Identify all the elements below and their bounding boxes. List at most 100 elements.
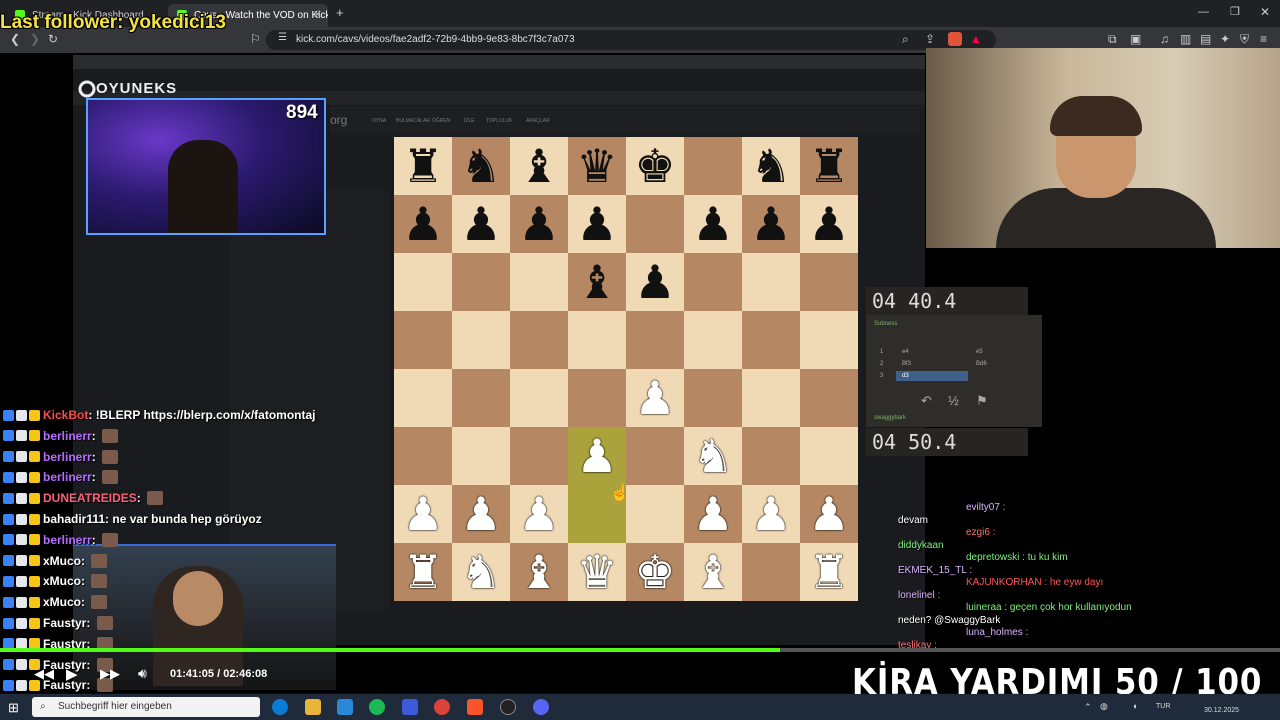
black-pawn-icon[interactable]: ♟ <box>510 195 568 253</box>
volume-icon[interactable]: 🔊︎ <box>138 665 147 682</box>
play-icon[interactable]: ▶ <box>66 665 78 683</box>
board-square[interactable] <box>394 427 452 485</box>
reload-icon[interactable]: ↻ <box>48 32 58 46</box>
board-square[interactable] <box>800 427 858 485</box>
app-icon[interactable] <box>402 699 418 715</box>
board-square[interactable] <box>510 253 568 311</box>
close-window-icon[interactable]: ✕ <box>1260 5 1270 19</box>
board-square[interactable] <box>626 195 684 253</box>
network-icon[interactable]: ◍ <box>1100 701 1108 712</box>
white-king-icon[interactable]: ♚ <box>626 543 684 601</box>
board-square[interactable] <box>568 311 626 369</box>
media-icon[interactable]: ♫ <box>1160 32 1169 46</box>
screenshot-icon[interactable]: ▣ <box>1130 32 1141 46</box>
black-rook-icon[interactable]: ♜ <box>394 137 452 195</box>
board-square[interactable] <box>684 311 742 369</box>
board-square[interactable] <box>800 253 858 311</box>
address-bar[interactable]: kick.com/cavs/videos/fae2adf2-72b9-4bb9-… <box>266 30 996 50</box>
share-icon[interactable]: ⇪ <box>925 32 935 46</box>
sidebar-icon[interactable]: ▥ <box>1180 32 1191 46</box>
white-pawn-icon[interactable]: ♟ <box>452 485 510 543</box>
white-bishop-icon[interactable]: ♝ <box>684 543 742 601</box>
white-rook-icon[interactable]: ♜ <box>800 543 858 601</box>
white-pawn-icon[interactable]: ♟ <box>742 485 800 543</box>
speaker-tray-icon[interactable]: ◖ <box>1132 701 1137 711</box>
chat-username[interactable]: berlinerr <box>43 450 92 464</box>
chat-username[interactable]: Faustyr <box>43 616 86 630</box>
black-pawn-icon[interactable]: ♟ <box>626 253 684 311</box>
white-pawn-icon[interactable]: ♟ <box>626 369 684 427</box>
black-pawn-icon[interactable]: ♟ <box>452 195 510 253</box>
board-square[interactable] <box>626 485 684 543</box>
close-tab-icon[interactable]: ✕ <box>313 8 322 21</box>
chat-username[interactable]: berlinerr <box>43 470 92 484</box>
black-pawn-icon[interactable]: ♟ <box>742 195 800 253</box>
vpn-icon[interactable]: ⛨ <box>1240 32 1249 47</box>
board-square[interactable] <box>452 311 510 369</box>
file-explorer-icon[interactable] <box>305 699 321 715</box>
language-indicator[interactable]: TUR <box>1156 703 1170 710</box>
offer-draw-button[interactable]: ½ <box>948 393 959 408</box>
board-square[interactable] <box>684 137 742 195</box>
menu-icon[interactable]: ≡ <box>1260 32 1267 46</box>
chat-username[interactable]: bahadir111 <box>43 512 105 526</box>
obs-icon[interactable] <box>500 699 516 715</box>
board-square[interactable] <box>742 253 800 311</box>
board-square[interactable] <box>684 369 742 427</box>
chat-username[interactable]: berlinerr <box>43 533 92 547</box>
edge-icon[interactable] <box>272 699 288 715</box>
board-square[interactable] <box>394 311 452 369</box>
site-info-icon[interactable]: ☰ <box>278 32 287 43</box>
back-icon[interactable]: ❮ <box>10 32 20 46</box>
black-pawn-icon[interactable]: ♟ <box>800 195 858 253</box>
board-square[interactable] <box>510 427 568 485</box>
takeback-icon[interactable]: ↶ <box>921 393 932 409</box>
white-queen-icon[interactable]: ♛ <box>568 543 626 601</box>
chess-board[interactable]: ♜ ♞ ♝ ♛ ♚ ♞ ♜ ♟ ♟ ♟ ♟ ♟ ♟ ♟ ♝ ♟ ♟ ♟ ♞ ♟ ♟ ♟ ♟ ♟ ♟ ♜ ♞ ♝ ♛ ♚ ♝ ♜ ☝ <box>394 137 858 601</box>
chat-username[interactable]: DUNEATREIDES <box>43 491 137 505</box>
chat-username[interactable]: xMuco <box>43 595 81 609</box>
black-pawn-icon[interactable]: ♟ <box>394 195 452 253</box>
chat-username[interactable]: berlinerr <box>43 429 92 443</box>
white-pawn-icon[interactable]: ♟ <box>510 485 568 543</box>
bookmark-icon[interactable]: ⚐ <box>250 32 261 46</box>
black-knight-icon[interactable]: ♞ <box>452 137 510 195</box>
black-bishop-icon[interactable]: ♝ <box>510 137 568 195</box>
chat-username[interactable]: xMuco <box>43 554 81 568</box>
board-square[interactable] <box>510 369 568 427</box>
board-square[interactable] <box>510 311 568 369</box>
wallet-icon[interactable]: ▤ <box>1200 32 1211 46</box>
board-square[interactable] <box>742 543 800 601</box>
brave-rewards-icon[interactable]: ▲ <box>970 32 982 46</box>
board-square[interactable] <box>626 311 684 369</box>
resign-icon[interactable]: ⚑ <box>976 393 988 409</box>
black-pawn-icon[interactable]: ♟ <box>684 195 742 253</box>
taskbar-search[interactable]: ⌕ Suchbegriff hier eingeben <box>32 697 260 717</box>
board-square[interactable] <box>626 427 684 485</box>
white-knight-icon[interactable]: ♞ <box>684 427 742 485</box>
chrome-icon[interactable] <box>434 699 450 715</box>
board-square[interactable] <box>742 427 800 485</box>
black-knight-icon[interactable]: ♞ <box>742 137 800 195</box>
black-bishop-icon[interactable]: ♝ <box>568 253 626 311</box>
board-square[interactable] <box>394 253 452 311</box>
white-rook-icon[interactable]: ♜ <box>394 543 452 601</box>
black-rook-icon[interactable]: ♜ <box>800 137 858 195</box>
spotify-icon[interactable] <box>369 699 385 715</box>
board-square[interactable] <box>742 369 800 427</box>
white-pawn-icon[interactable]: ♟ <box>800 485 858 543</box>
board-square[interactable] <box>452 253 510 311</box>
windows-start-icon[interactable]: ⊞ <box>8 700 19 716</box>
zoom-icon[interactable]: ⌕ <box>902 32 909 47</box>
black-queen-icon[interactable]: ♛ <box>568 137 626 195</box>
rewind-icon[interactable]: ◀◀ <box>34 666 54 682</box>
board-square[interactable] <box>452 369 510 427</box>
white-pawn-icon[interactable]: ♟ <box>568 427 626 485</box>
white-pawn-icon[interactable]: ♟ <box>394 485 452 543</box>
chat-username[interactable]: xMuco <box>43 574 81 588</box>
leo-icon[interactable]: ✦ <box>1220 32 1230 46</box>
minimize-icon[interactable]: — <box>1198 6 1209 18</box>
tray-chevron-icon[interactable]: ⌃ <box>1084 702 1092 713</box>
board-square[interactable] <box>452 427 510 485</box>
brave-icon[interactable] <box>467 699 483 715</box>
